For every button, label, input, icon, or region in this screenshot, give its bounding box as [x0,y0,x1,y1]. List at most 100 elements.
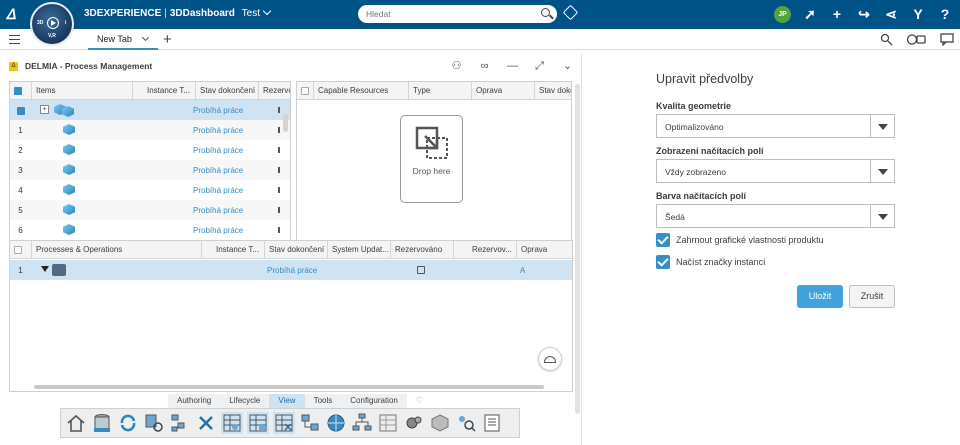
table-row[interactable]: 3 Probíhá práce [10,160,290,180]
home-icon[interactable] [65,412,87,434]
search-person-icon[interactable] [880,33,894,46]
widget-vertical-scrollbar[interactable] [575,84,580,414]
chevron-down-icon[interactable]: ⌄ [561,60,574,72]
avatar[interactable]: JP [774,6,791,23]
select-all-checkbox[interactable] [297,82,314,100]
instance-tags-checkbox[interactable] [656,255,670,269]
vertical-scrollbar[interactable] [283,114,288,132]
app-title[interactable]: 3DEXPERIENCE | 3DDashboard Test [84,6,272,19]
tab-view[interactable]: View [269,394,305,408]
col-reserved[interactable]: Rezervováno [391,241,454,259]
search-input[interactable] [366,8,536,20]
chat-icon[interactable] [940,33,954,46]
col-reserved[interactable]: Rezervo [259,82,290,100]
col-instance-title[interactable]: Instance T... [133,82,196,100]
col-instance-title[interactable]: Instance T... [202,241,265,259]
helmet-icon[interactable] [538,347,562,371]
drop-zone[interactable]: Drop here [400,115,463,203]
save-button[interactable]: Uložit [797,285,843,308]
table-row[interactable]: 4 Probíhá práce [10,180,290,200]
col-system-update[interactable]: System Updat... [328,241,391,259]
select-all-checkbox[interactable] [10,82,32,100]
forward-icon[interactable]: ↪ [856,6,872,22]
user-icon[interactable]: ⚇ [450,60,463,72]
database-icon[interactable] [91,412,113,434]
tab-authoring[interactable]: Authoring [168,394,221,408]
refresh-icon[interactable] [117,412,139,434]
share-icon[interactable]: ⋖ [883,6,899,22]
add-tab-icon[interactable]: + [163,32,172,47]
table-row[interactable]: 5 Probíhá práce [10,200,290,220]
col-items[interactable]: Items [32,82,133,100]
tab-configuration[interactable]: Configuration [341,394,407,408]
structure-dropdown-icon[interactable] [169,412,191,434]
hierarchy-icon[interactable] [351,412,373,434]
minimize-icon[interactable]: — [506,60,519,72]
globe-icon[interactable] [325,412,347,434]
table-row[interactable]: 6 Probíhá práce [10,220,290,240]
add-icon[interactable]: + [829,6,845,22]
maturity-status[interactable]: Probíhá práce [193,106,243,115]
search-box[interactable] [358,5,557,23]
graphic-properties-checkbox[interactable] [656,233,670,247]
maturity-status[interactable]: Probíhá práce [267,266,317,275]
tab-tools[interactable]: Tools [304,394,342,408]
tile-view-icon[interactable] [247,412,269,434]
list-view-icon[interactable] [273,412,295,434]
assembly-tree-icon[interactable] [299,412,321,434]
ds-logo-icon[interactable]: ᐃ [6,6,22,22]
part-filter-icon[interactable] [143,412,165,434]
grid-view-icon[interactable] [221,412,243,434]
tab-lifecycle[interactable]: Lifecycle [220,394,270,408]
expand-icon[interactable]: + [40,105,49,114]
dropdown-arrow-icon[interactable] [870,160,894,182]
table-icon[interactable] [377,412,399,434]
col-revision[interactable]: Oprava [472,82,535,100]
chevron-down-icon[interactable] [141,33,150,42]
help-icon[interactable]: ? [937,6,953,22]
horizontal-scrollbar[interactable] [34,385,544,389]
col-processes-operations[interactable]: Processes & Operations [32,241,202,259]
color-select[interactable]: Šedá [656,204,895,228]
cancel-button[interactable]: Zrušit [849,285,895,308]
fullscreen-icon[interactable]: ⤢ [533,60,546,72]
col-reserved-by[interactable]: Rezervov... [454,241,517,259]
col-maturity[interactable]: Stav dokončení [265,241,328,259]
compass-icon[interactable]: 3D i V,R [30,2,74,46]
collapse-icon[interactable] [41,266,49,272]
maturity-status[interactable]: Probíhá práce [193,206,243,215]
cube-icon[interactable] [429,412,451,434]
revision-value[interactable]: A [520,266,525,275]
community-icon[interactable]: Y [910,6,926,22]
table-row[interactable]: 1 Probíhá práce [10,120,290,140]
maturity-status[interactable]: Probíhá práce [193,146,243,155]
maturity-status[interactable]: Probíhá práce [193,226,243,235]
close-icon[interactable] [195,412,217,434]
row-checkbox[interactable] [10,106,31,115]
select-all-checkbox[interactable] [10,241,32,259]
table-row[interactable]: 1 Probíhá práce A [10,260,572,280]
col-maturity[interactable]: Stav dokončení [196,82,259,100]
maturity-status[interactable]: Probíhá práce [193,166,243,175]
search-icon[interactable] [541,8,550,17]
search-user-icon[interactable] [455,412,477,434]
tag-icon[interactable] [562,4,579,21]
table-row[interactable]: + Probíhá práce [10,100,290,120]
gears-icon[interactable] [403,412,425,434]
dropdown-arrow-icon[interactable] [870,115,894,137]
collaboration-icon[interactable] [906,33,926,46]
display-select[interactable]: Vždy zobrazeno [656,159,895,183]
tab-new-tab[interactable]: New Tab [88,29,158,50]
maturity-status[interactable]: Probíhá práce [193,186,243,195]
col-revision[interactable]: Oprava [517,241,572,259]
col-maturity[interactable]: Stav doko [535,82,571,100]
menu-icon[interactable] [9,35,20,44]
col-type[interactable]: Type [409,82,472,100]
book-icon[interactable] [481,412,503,434]
link-icon[interactable]: ∞ [478,60,491,72]
table-row[interactable]: 2 Probíhá práce [10,140,290,160]
share-arrow-icon[interactable]: ➚ [802,6,818,22]
dropdown-arrow-icon[interactable] [870,205,894,227]
col-capable-resources[interactable]: Capable Resources [314,82,409,100]
chevron-down-icon[interactable]: ♡ [407,394,432,408]
